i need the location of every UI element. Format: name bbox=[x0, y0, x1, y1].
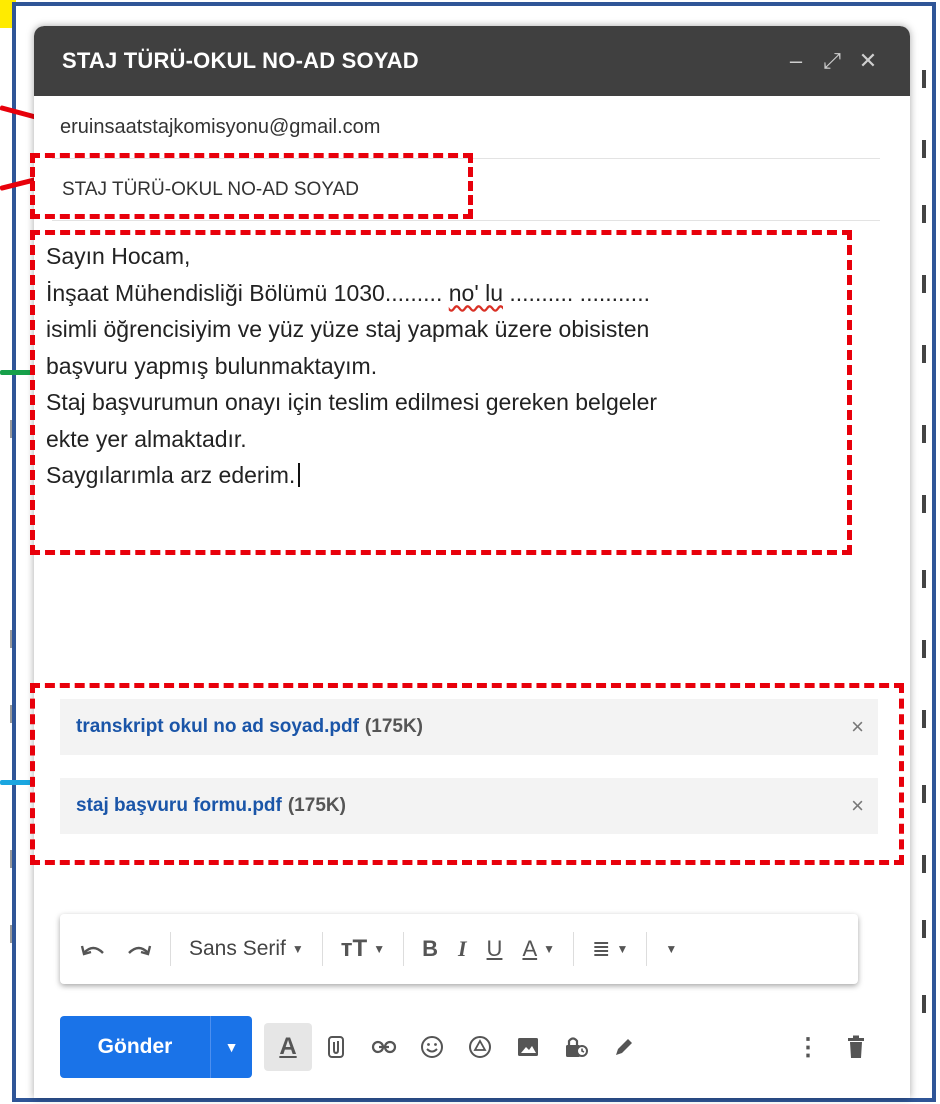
spellcheck-word[interactable]: no' lu bbox=[449, 280, 503, 306]
send-options-icon[interactable]: ▼ bbox=[210, 1016, 252, 1078]
photo-icon[interactable] bbox=[504, 1023, 552, 1071]
signature-icon[interactable] bbox=[600, 1023, 648, 1071]
chevron-down-icon: ▼ bbox=[616, 942, 629, 956]
toolbar-separator bbox=[403, 932, 405, 966]
compose-window: STAJ TÜRÜ-OKUL NO-AD SOYAD – ⤢ ✕ eruinsa… bbox=[34, 26, 910, 1098]
minimize-icon[interactable]: – bbox=[778, 48, 814, 74]
body-line: isimli öğrencisiyim ve yüz yüze staj yap… bbox=[46, 316, 650, 342]
compose-title: STAJ TÜRÜ-OKUL NO-AD SOYAD bbox=[62, 48, 419, 73]
drive-icon[interactable] bbox=[456, 1023, 504, 1071]
divider bbox=[52, 220, 880, 221]
remove-attachment-icon[interactable]: × bbox=[851, 714, 864, 740]
body-line-part: .......... ........... bbox=[503, 279, 650, 306]
body-line: Sayın Hocam, bbox=[46, 243, 191, 269]
trash-icon[interactable] bbox=[832, 1023, 880, 1071]
body-line: Staj başvurumun onayı için teslim edilme… bbox=[46, 389, 658, 415]
send-button[interactable]: Gönder bbox=[60, 1016, 210, 1078]
compose-actions: Gönder ▼ A ⋮ bbox=[60, 1014, 880, 1080]
remove-attachment-icon[interactable]: × bbox=[851, 793, 864, 819]
compose-titlebar[interactable]: STAJ TÜRÜ-OKUL NO-AD SOYAD – ⤢ ✕ bbox=[34, 26, 910, 96]
italic-icon[interactable]: I bbox=[450, 927, 475, 971]
text-cursor bbox=[298, 463, 301, 487]
text-color-icon[interactable]: A ▼ bbox=[514, 927, 563, 971]
font-family-value: Sans Serif bbox=[189, 937, 286, 960]
font-family-select[interactable]: Sans Serif ▼ bbox=[181, 927, 312, 971]
attach-file-icon[interactable] bbox=[312, 1023, 360, 1071]
chevron-down-icon: ▼ bbox=[543, 942, 556, 956]
attachment-name[interactable]: staj başvuru formu.pdf bbox=[76, 795, 282, 817]
body-line: Saygılarımla arz ederim. bbox=[46, 457, 846, 494]
body-line: İnşaat Mühendisliği Bölümü 1030.........… bbox=[46, 275, 846, 312]
toolbar-separator bbox=[573, 932, 575, 966]
close-icon[interactable]: ✕ bbox=[850, 48, 886, 74]
expand-icon[interactable]: ⤢ bbox=[814, 48, 850, 74]
redo-icon[interactable] bbox=[118, 927, 160, 971]
toolbar-separator bbox=[646, 932, 648, 966]
attachment-name[interactable]: transkript okul no ad soyad.pdf bbox=[76, 716, 359, 738]
emoji-icon[interactable] bbox=[408, 1023, 456, 1071]
body-line: ekte yer almaktadır. bbox=[46, 425, 247, 452]
text-size-icon[interactable]: ᴛT ▼ bbox=[333, 927, 393, 971]
align-icon[interactable]: ≣ ▼ bbox=[584, 927, 636, 971]
to-recipient: eruinsaatstajkomisyonu@gmail.com bbox=[60, 115, 381, 138]
chevron-down-icon: ▼ bbox=[291, 942, 304, 956]
more-formatting-icon[interactable]: ▼ bbox=[657, 927, 685, 971]
annotation-line-attachments bbox=[0, 780, 36, 785]
divider bbox=[52, 158, 880, 159]
more-options-icon[interactable]: ⋮ bbox=[784, 1023, 832, 1071]
attachment-size: (175K) bbox=[287, 795, 346, 816]
body-line: başvuru yapmış bulunmaktayım. bbox=[46, 352, 378, 379]
toolbar-separator bbox=[170, 932, 171, 966]
confidential-icon[interactable] bbox=[552, 1023, 600, 1071]
undo-icon[interactable] bbox=[72, 927, 114, 971]
chevron-down-icon: ▼ bbox=[373, 942, 386, 956]
underline-icon[interactable]: U bbox=[479, 927, 511, 971]
send-button-group: Gönder ▼ bbox=[60, 1016, 252, 1078]
toolbar-separator bbox=[321, 932, 323, 966]
formatting-toggle-icon[interactable]: A bbox=[264, 1023, 312, 1071]
link-icon[interactable] bbox=[360, 1023, 408, 1071]
to-field[interactable]: eruinsaatstajkomisyonu@gmail.com bbox=[34, 96, 910, 158]
formatting-toolbar: Sans Serif ▼ ᴛT ▼ B I U A ▼ ≣ ▼ ▼ bbox=[60, 914, 858, 984]
annotation-line-body bbox=[0, 370, 36, 375]
attachment-chip[interactable]: transkript okul no ad soyad.pdf (175K) × bbox=[60, 699, 878, 755]
attachment-chip[interactable]: staj başvuru formu.pdf (175K) × bbox=[60, 778, 878, 834]
body-line-part: Saygılarımla arz ederim. bbox=[46, 462, 296, 488]
attachment-size: (175K) bbox=[364, 716, 423, 737]
subject-field[interactable]: STAJ TÜRÜ-OKUL NO-AD SOYAD bbox=[34, 160, 910, 220]
body-line-part: İnşaat Mühendisliği Bölümü 1030......... bbox=[46, 279, 449, 306]
message-body[interactable]: Sayın Hocam, İnşaat Mühendisliği Bölümü … bbox=[46, 238, 846, 494]
bold-icon[interactable]: B bbox=[414, 927, 446, 971]
subject-text: STAJ TÜRÜ-OKUL NO-AD SOYAD bbox=[62, 179, 359, 200]
